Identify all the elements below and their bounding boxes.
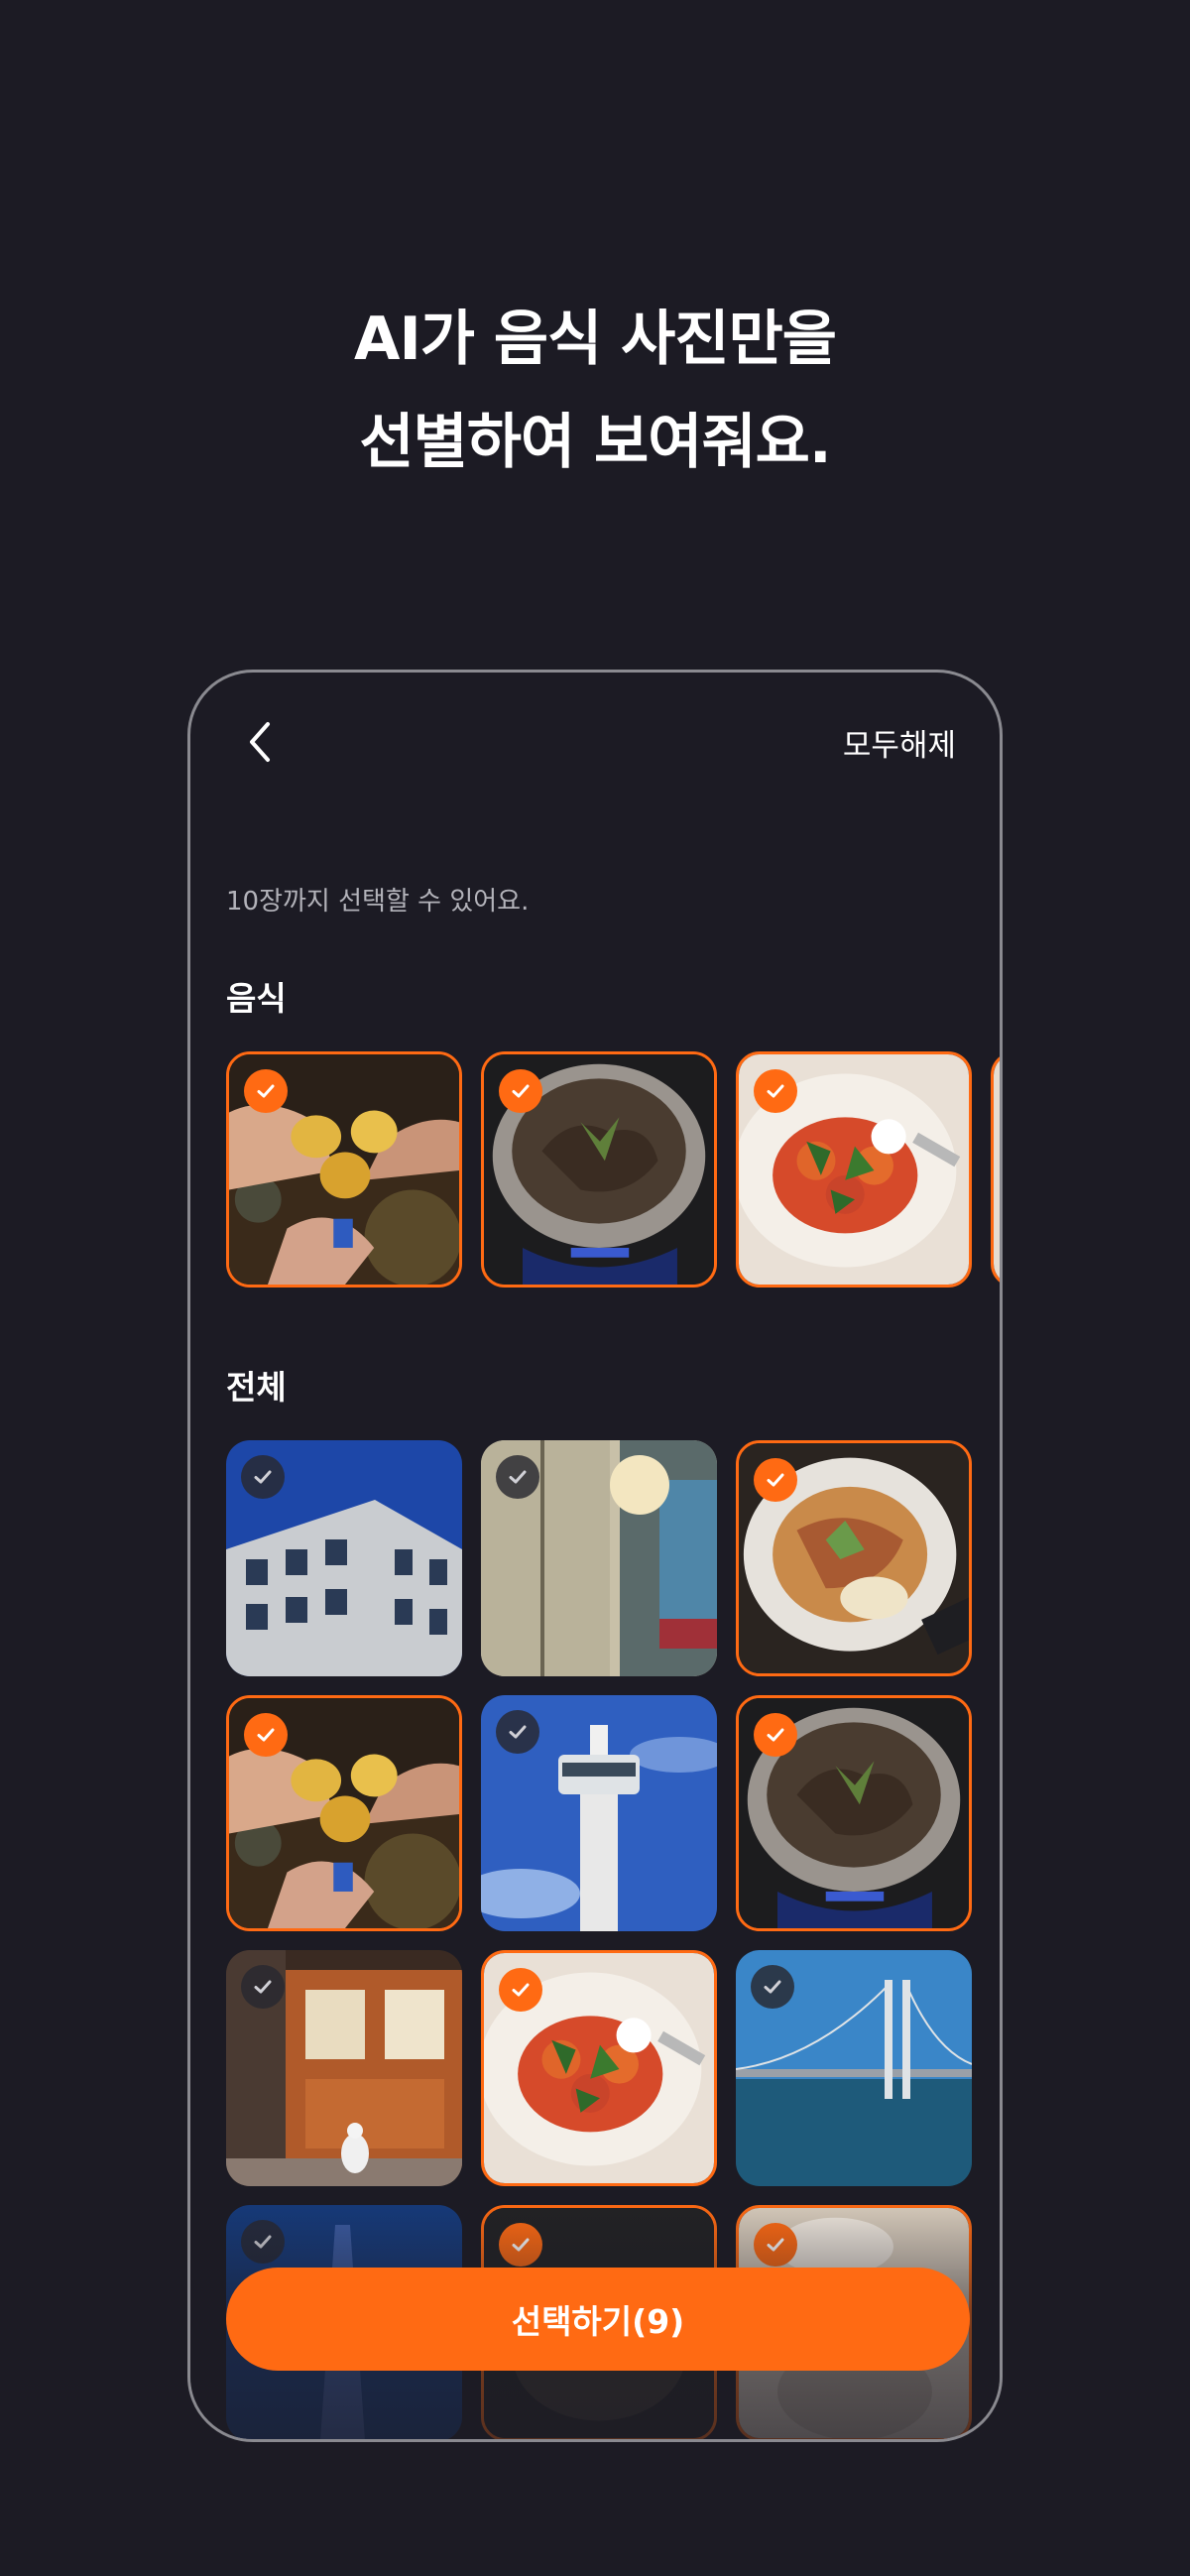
check-icon <box>496 1455 539 1499</box>
check-icon <box>241 2220 285 2264</box>
check-icon <box>754 1069 797 1113</box>
check-icon <box>499 2223 542 2267</box>
check-icon <box>241 1455 285 1499</box>
food-photo-4[interactable] <box>991 1051 1000 1288</box>
all-photo-1[interactable] <box>226 1440 462 1676</box>
select-button[interactable]: 선택하기(9) <box>226 2268 970 2371</box>
back-button[interactable] <box>236 716 288 768</box>
headline-line-2: 선별하여 보여줘요. <box>359 408 831 477</box>
all-photo-8[interactable] <box>481 1950 717 2186</box>
deselect-all-button[interactable]: 모두해제 <box>843 720 956 765</box>
food-photo-1[interactable] <box>226 1051 462 1288</box>
check-icon <box>754 1713 797 1757</box>
all-photo-3[interactable] <box>736 1440 972 1676</box>
check-icon <box>499 1069 542 1113</box>
check-icon <box>754 1458 797 1502</box>
check-icon <box>496 1710 539 1754</box>
chevron-left-icon <box>250 722 270 762</box>
check-icon <box>244 1069 288 1113</box>
all-photo-9[interactable] <box>736 1950 972 2186</box>
headline: AI가 음식 사진만을 선별하여 보여줘요. <box>0 288 1190 494</box>
selection-limit-hint: 10장까지 선택할 수 있어요. <box>226 887 530 917</box>
all-photo-7[interactable] <box>226 1950 462 2186</box>
check-icon <box>244 1713 288 1757</box>
check-icon <box>751 1965 794 2009</box>
check-icon <box>499 1968 542 2012</box>
food-photo-3[interactable] <box>736 1051 972 1288</box>
headline-line-1: AI가 음식 사진만을 <box>354 305 837 374</box>
check-icon <box>754 2223 797 2267</box>
all-photo-5[interactable] <box>481 1695 717 1931</box>
food-section-title: 음식 <box>226 979 287 1018</box>
phone-frame: 모두해제 10장까지 선택할 수 있어요. 음식 전체 선택하기(9) <box>187 670 1003 2442</box>
check-icon <box>241 1965 285 2009</box>
food-photo-2[interactable] <box>481 1051 717 1288</box>
photo-partial <box>994 1054 1000 1285</box>
all-photo-4[interactable] <box>226 1695 462 1931</box>
all-photo-2[interactable] <box>481 1440 717 1676</box>
all-section-title: 전체 <box>226 1368 287 1407</box>
all-photo-6[interactable] <box>736 1695 972 1931</box>
